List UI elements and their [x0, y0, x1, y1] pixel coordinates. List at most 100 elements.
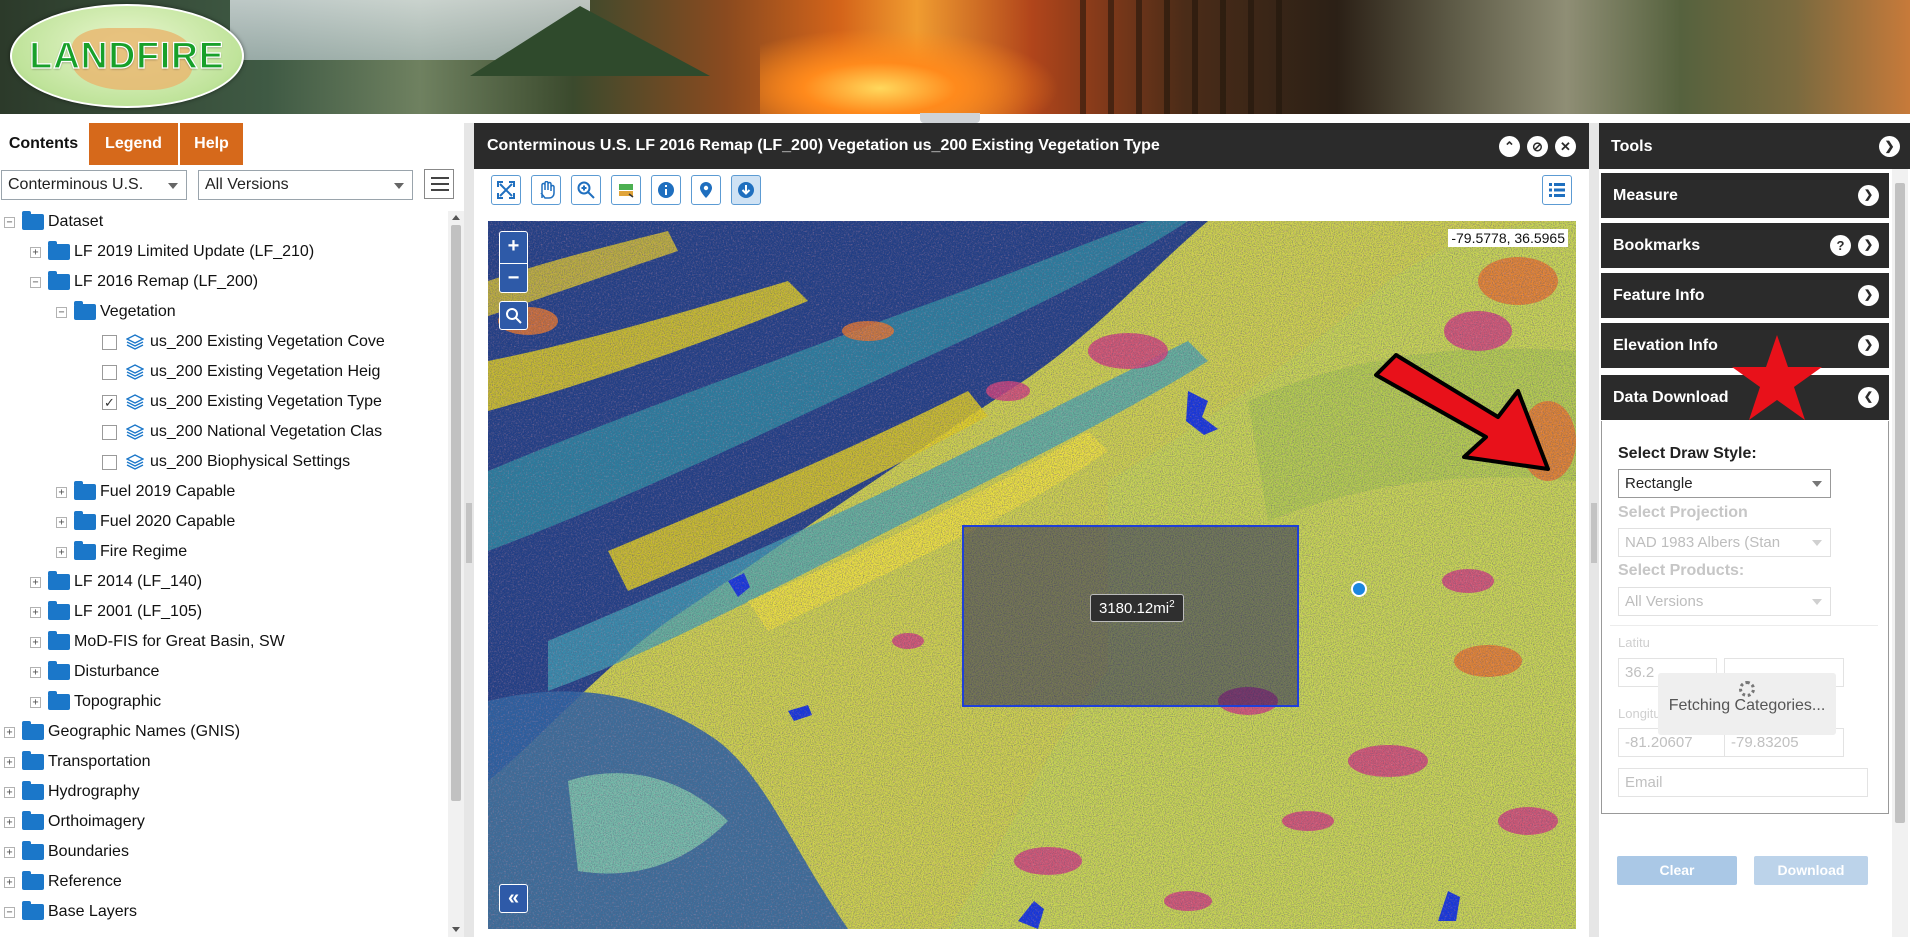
tree-folder[interactable]: + Orthoimagery [0, 807, 448, 837]
layer-swap-button[interactable] [611, 175, 641, 205]
tree-folder[interactable]: + LF 2001 (LF_105) [0, 597, 448, 627]
clear-button[interactable]: Clear [1617, 856, 1737, 885]
layer-checkbox[interactable] [102, 365, 117, 380]
locate-button[interactable] [691, 175, 721, 205]
data-download-button[interactable] [731, 175, 761, 205]
landfire-logo[interactable]: LANDFIRE [10, 4, 244, 108]
close-icon[interactable]: ✕ [1555, 136, 1576, 157]
expand-icon[interactable]: + [30, 247, 41, 258]
tree-folder[interactable]: + Transportation [0, 747, 448, 777]
tools-scrollbar[interactable] [1892, 169, 1908, 937]
tree-folder[interactable]: − Base Layers [0, 897, 448, 927]
layer-checkbox[interactable] [102, 425, 117, 440]
expand-icon[interactable]: + [4, 847, 15, 858]
expand-icon[interactable]: + [30, 697, 41, 708]
zoom-out-button[interactable]: − [500, 263, 527, 293]
tools-panel: Tools ❯ Measure ❯ Bookmarks ? ❯ Feature … [1599, 123, 1910, 937]
tab-contents[interactable]: Contents [0, 123, 88, 165]
expand-icon[interactable]: + [30, 637, 41, 648]
layer-checkbox[interactable]: ✓ [102, 395, 117, 410]
tree-folder[interactable]: + Disturbance [0, 657, 448, 687]
collapse-icon[interactable]: − [56, 307, 67, 318]
tree-folder[interactable]: + LF 2019 Limited Update (LF_210) [0, 237, 448, 267]
layer-checkbox[interactable] [102, 335, 117, 350]
projection-select[interactable]: NAD 1983 Albers (Stan [1618, 528, 1831, 557]
expand-icon[interactable]: + [4, 817, 15, 828]
expand-icon[interactable]: + [56, 517, 67, 528]
version-select[interactable]: All Versions [198, 170, 413, 200]
tree-folder[interactable]: + Topographic [0, 687, 448, 717]
layer-checkbox[interactable] [102, 455, 117, 470]
help-icon[interactable]: ? [1830, 235, 1851, 256]
map-layer-list-button[interactable] [1542, 175, 1572, 205]
identify-button[interactable] [651, 175, 681, 205]
tools-scrollbar-thumb[interactable] [1895, 183, 1905, 823]
map-search-button[interactable] [499, 301, 528, 330]
tree-folder[interactable]: + MoD-FIS for Great Basin, SW [0, 627, 448, 657]
chevron-down-icon[interactable]: ❯ [1858, 285, 1879, 306]
expand-icon[interactable]: + [30, 607, 41, 618]
collapse-icon[interactable]: − [30, 277, 41, 288]
expand-icon[interactable]: + [4, 757, 15, 768]
tree-folder[interactable]: + Reference [0, 867, 448, 897]
chevron-down-icon[interactable]: ❯ [1858, 185, 1879, 206]
chevron-down-icon[interactable]: ❯ [1858, 235, 1879, 256]
tree-layer[interactable]: us_200 Biophysical Settings [0, 447, 448, 477]
tab-help[interactable]: Help [180, 123, 244, 165]
expand-icon[interactable]: + [56, 547, 67, 558]
left-panel-splitter[interactable] [464, 123, 474, 937]
tree-scrollbar-thumb[interactable] [451, 225, 461, 801]
layer-list-menu-button[interactable] [424, 169, 454, 199]
tree-folder[interactable]: − Vegetation [0, 297, 448, 327]
draw-style-select[interactable]: Rectangle [1618, 469, 1831, 498]
expand-icon[interactable]: + [4, 727, 15, 738]
tree-folder[interactable]: + LF 2014 (LF_140) [0, 567, 448, 597]
tree-folder[interactable]: + Fuel 2020 Capable [0, 507, 448, 537]
tree-layer[interactable]: ✓ us_200 Existing Vegetation Type [0, 387, 448, 417]
tree-label: us_200 Existing Vegetation Cove [150, 333, 385, 350]
tree-folder[interactable]: − Dataset [0, 207, 448, 237]
layers-icon [126, 454, 144, 470]
tree-layer[interactable]: us_200 National Vegetation Clas [0, 417, 448, 447]
zoom-in-button[interactable] [571, 175, 601, 205]
bookmarks-section-header[interactable]: Bookmarks ? ❯ [1601, 223, 1889, 268]
collapse-icon[interactable]: − [4, 907, 15, 918]
collapse-icon[interactable]: − [4, 217, 15, 228]
chevron-up-icon[interactable]: ❮ [1858, 387, 1879, 408]
region-select[interactable]: Conterminous U.S. [1, 170, 187, 200]
measure-section-header[interactable]: Measure ❯ [1601, 173, 1889, 218]
collapse-panel-button[interactable]: « [499, 884, 528, 913]
folder-icon [74, 541, 96, 560]
zoom-in-button[interactable]: + [500, 232, 527, 262]
chevron-right-icon[interactable]: ❯ [1879, 136, 1900, 157]
products-select[interactable]: All Versions [1618, 587, 1831, 616]
tree-folder[interactable]: + Hydrography [0, 777, 448, 807]
restore-icon[interactable]: ⊘ [1527, 136, 1548, 157]
expand-icon[interactable]: + [30, 667, 41, 678]
full-extent-button[interactable] [491, 175, 521, 205]
tree-folder[interactable]: + Geographic Names (GNIS) [0, 717, 448, 747]
tree-folder[interactable]: + Fire Regime [0, 537, 448, 567]
tree-folder[interactable]: − LF 2016 Remap (LF_200) [0, 267, 448, 297]
right-panel-splitter[interactable] [1589, 123, 1599, 937]
tree-layer[interactable]: us_200 Existing Vegetation Cove [0, 327, 448, 357]
tree-scrollbar[interactable] [448, 211, 464, 937]
download-button[interactable]: Download [1754, 856, 1868, 885]
banner-collapse-handle[interactable] [920, 113, 980, 123]
expand-icon[interactable]: + [4, 877, 15, 888]
tab-legend[interactable]: Legend [89, 123, 179, 165]
feature-info-section-header[interactable]: Feature Info ❯ [1601, 273, 1889, 318]
email-input[interactable]: Email [1618, 768, 1868, 797]
tree-layer[interactable]: us_200 Existing Vegetation Heig [0, 357, 448, 387]
map-canvas[interactable]: + − -79.5778, 36.5965 3180.12mi2 « [488, 221, 1576, 929]
chevron-up-icon[interactable]: ⌃ [1499, 136, 1520, 157]
chevron-down-icon[interactable]: ❯ [1858, 335, 1879, 356]
pan-button[interactable] [531, 175, 561, 205]
tree-folder[interactable]: + Boundaries [0, 837, 448, 867]
expand-icon[interactable]: + [56, 487, 67, 498]
folder-icon [22, 841, 44, 860]
expand-icon[interactable]: + [30, 577, 41, 588]
location-marker[interactable] [1351, 581, 1367, 597]
expand-icon[interactable]: + [4, 787, 15, 798]
tree-folder[interactable]: + Fuel 2019 Capable [0, 477, 448, 507]
